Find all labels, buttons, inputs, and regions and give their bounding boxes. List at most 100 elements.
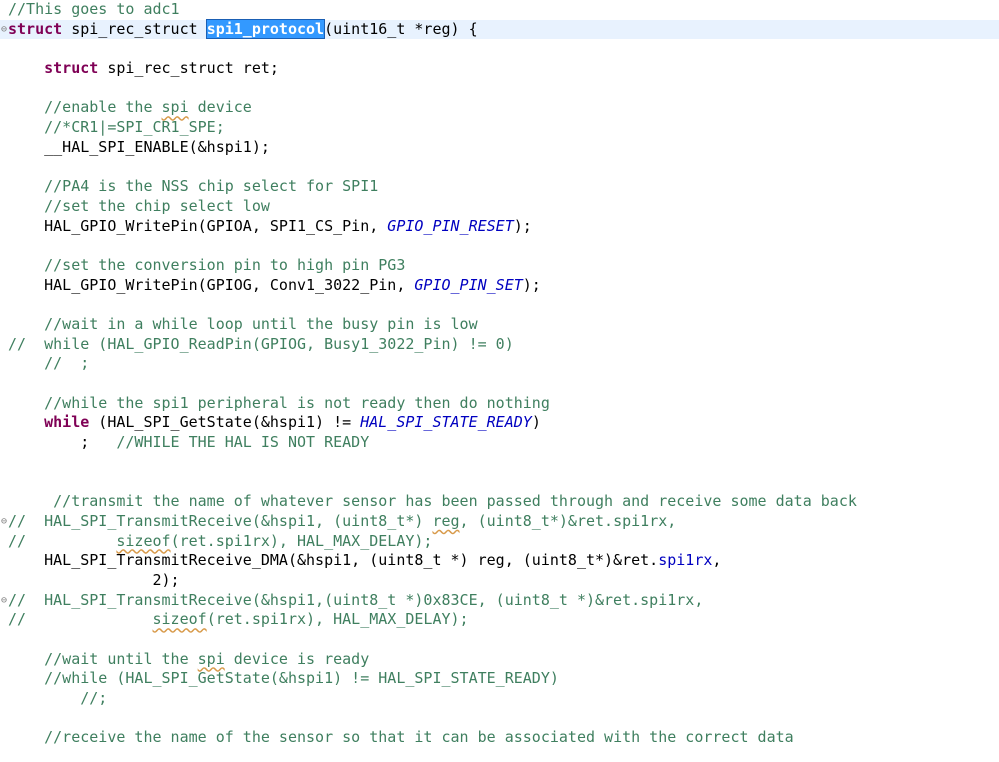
code-line[interactable]: HAL_GPIO_WritePin(GPIOA, SPI1_CS_Pin, GP… [0, 217, 999, 237]
spellcheck-flagged-word: spi [161, 98, 189, 117]
comment-text: // [8, 610, 153, 629]
comment-text: //wait until the [44, 649, 198, 668]
spellcheck-flagged-word: sizeof [152, 610, 207, 629]
code-editor[interactable]: //This goes to adc1 ⊖ struct spi_rec_struc… [0, 0, 999, 762]
code-line[interactable]: //enable the spi device [0, 98, 999, 118]
fold-toggle-icon [0, 473, 8, 493]
code-line[interactable]: 2); [0, 571, 999, 591]
comment-text: (ret.spi1rx), HAL_MAX_DELAY); [206, 610, 469, 629]
code-line-content: //PA4 is the NSS chip select for SPI1 [8, 177, 378, 197]
fold-toggle-icon [0, 650, 8, 670]
code-line[interactable]: //*CR1|=SPI_CR1_SPE; [0, 118, 999, 138]
code-line-content: //*CR1|=SPI_CR1_SPE; [8, 118, 225, 138]
code-line[interactable]: //transmit the name of whatever sensor h… [0, 492, 999, 512]
comment-text: //PA4 is the NSS chip select for SPI1 [44, 177, 379, 196]
code-line[interactable]: // sizeof(ret.spi1rx), HAL_MAX_DELAY); [0, 532, 999, 552]
comment-text: // while (HAL_GPIO_ReadPin(GPIOG, Busy1_… [8, 334, 514, 353]
fold-toggle-icon [0, 354, 8, 374]
code-line[interactable]: __HAL_SPI_ENABLE(&hspi1); [0, 138, 999, 158]
code-line[interactable] [0, 630, 999, 650]
code-line-content: struct spi_rec_struct ret; [8, 59, 279, 79]
code-line[interactable]: //receive the name of the sensor so that… [0, 728, 999, 748]
fold-toggle-icon [0, 236, 8, 256]
fold-toggle-icon [0, 138, 8, 158]
fold-toggle-icon [0, 59, 8, 79]
code-line-content: //; [8, 689, 107, 709]
comment-text: //transmit the name of whatever sensor h… [53, 492, 857, 511]
code-line[interactable]: // ; [0, 354, 999, 374]
code-line[interactable]: // while (HAL_GPIO_ReadPin(GPIOG, Busy1_… [0, 335, 999, 355]
comment-text: //; [80, 689, 108, 708]
keyword-text: while [44, 413, 90, 432]
code-line[interactable]: //wait until the spi device is ready [0, 650, 999, 670]
code-line[interactable] [0, 709, 999, 729]
fold-toggle-icon[interactable]: ⊖ [0, 591, 8, 611]
code-line[interactable] [0, 236, 999, 256]
code-line[interactable] [0, 79, 999, 99]
code-line-content: struct spi_rec_struct spi1_protocol(uint… [8, 18, 478, 40]
code-line[interactable]: //; [0, 689, 999, 709]
code-line-content: // HAL_SPI_TransmitReceive(&hspi1,(uint8… [8, 591, 703, 611]
code-line-content: HAL_GPIO_WritePin(GPIOA, SPI1_CS_Pin, GP… [8, 217, 532, 237]
code-line[interactable] [0, 473, 999, 493]
code-line[interactable]: HAL_SPI_TransmitReceive_DMA(&hspi1, (uin… [0, 551, 999, 571]
code-line[interactable] [0, 39, 999, 59]
fold-toggle-icon [0, 413, 8, 433]
code-line[interactable]: //while the spi1 peripheral is not ready… [0, 394, 999, 414]
comment-text: // [8, 531, 117, 550]
code-line[interactable]: struct spi_rec_struct ret; [0, 59, 999, 79]
code-line[interactable]: // sizeof(ret.spi1rx), HAL_MAX_DELAY); [0, 610, 999, 630]
fold-toggle-icon[interactable]: ⊖ [0, 20, 8, 40]
code-line[interactable]: ⊖ struct spi_rec_struct spi1_protocol(uin… [0, 18, 999, 40]
code-text: ); [513, 216, 532, 235]
code-line[interactable] [0, 453, 999, 473]
code-line[interactable] [0, 295, 999, 315]
fold-toggle-icon [0, 610, 8, 630]
fold-toggle-icon[interactable]: ⊖ [0, 512, 8, 532]
code-line[interactable]: //This goes to adc1 [0, 0, 999, 20]
code-line[interactable]: while (HAL_SPI_GetState(&hspi1) != HAL_S… [0, 413, 999, 433]
fold-toggle-icon [0, 256, 8, 276]
code-line[interactable]: //while (HAL_SPI_GetState(&hspi1) != HAL… [0, 669, 999, 689]
fold-toggle-icon [0, 118, 8, 138]
comment-text: // HAL_SPI_TransmitReceive(&hspi1, (uint… [8, 511, 433, 530]
fold-toggle-icon [0, 197, 8, 217]
fold-toggle-icon [0, 532, 8, 552]
code-line[interactable]: ; //WHILE THE HAL IS NOT READY [0, 433, 999, 453]
code-line[interactable]: ⊖// HAL_SPI_TransmitReceive(&hspi1, (uin… [0, 512, 999, 532]
fold-toggle-icon [0, 295, 8, 315]
fold-toggle-icon [0, 689, 8, 709]
fold-toggle-icon [0, 217, 8, 237]
keyword-text: struct [44, 59, 99, 78]
fold-toggle-icon [0, 79, 8, 99]
code-line[interactable]: //wait in a while loop until the busy pi… [0, 315, 999, 335]
code-line-content: //set the chip select low [8, 197, 270, 217]
code-line[interactable] [0, 374, 999, 394]
fold-toggle-icon [0, 98, 8, 118]
code-line-content: // HAL_SPI_TransmitReceive(&hspi1, (uint… [8, 512, 676, 532]
comment-text: //wait in a while loop until the busy pi… [44, 315, 478, 333]
fold-toggle-icon [0, 551, 8, 571]
fold-toggle-icon [0, 39, 8, 59]
code-line[interactable]: HAL_GPIO_WritePin(GPIOG, Conv1_3022_Pin,… [0, 276, 999, 296]
code-line-content: //transmit the name of whatever sensor h… [8, 492, 857, 512]
code-line[interactable]: //set the conversion pin to high pin PG3 [0, 256, 999, 276]
code-line[interactable]: //set the chip select low [0, 197, 999, 217]
code-line-content: //while (HAL_SPI_GetState(&hspi1) != HAL… [8, 669, 559, 689]
fold-toggle-icon [0, 433, 8, 453]
code-line[interactable] [0, 158, 999, 178]
code-line-content: //wait until the spi device is ready [8, 650, 369, 670]
comment-text: //This goes to adc1 [8, 0, 180, 18]
code-text: HAL_GPIO_WritePin(GPIOG, Conv1_3022_Pin, [8, 275, 415, 294]
code-line[interactable]: //PA4 is the NSS chip select for SPI1 [0, 177, 999, 197]
code-line-content: // ; [8, 354, 89, 374]
code-line[interactable]: ⊖// HAL_SPI_TransmitReceive(&hspi1,(uint… [0, 591, 999, 611]
comment-text: //set the chip select low [44, 196, 270, 215]
